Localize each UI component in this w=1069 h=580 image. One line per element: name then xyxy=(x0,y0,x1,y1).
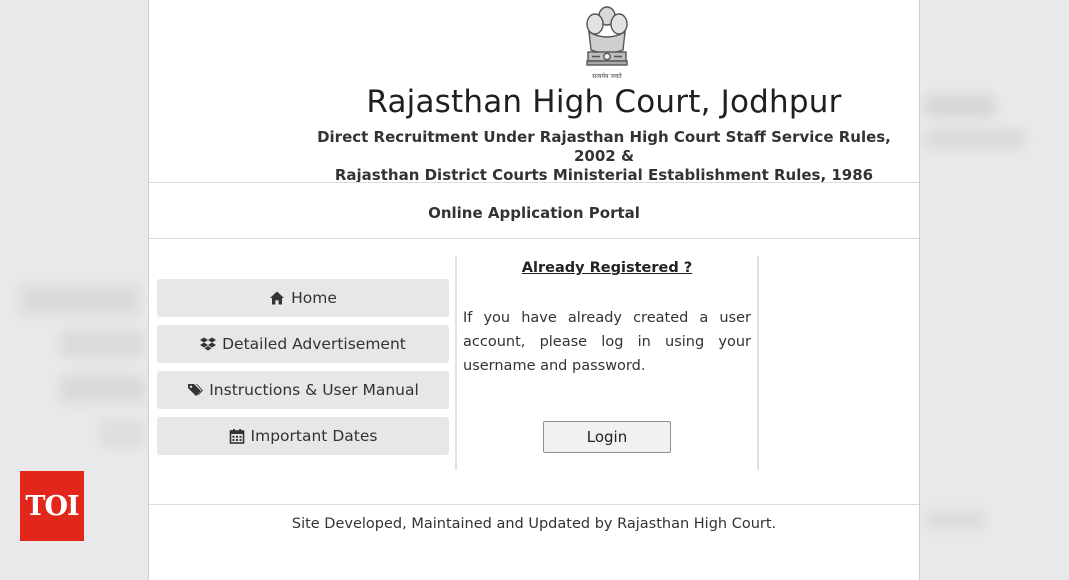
login-heading: Already Registered ? xyxy=(521,260,693,276)
tags-icon xyxy=(188,384,204,396)
portal-divider xyxy=(149,238,919,239)
login-button[interactable]: Login xyxy=(543,421,671,453)
panel-separator xyxy=(757,256,759,470)
background-blur xyxy=(925,510,985,530)
portal-title: Online Application Portal xyxy=(428,204,640,222)
toi-logo: TOI xyxy=(20,471,84,541)
side-menu: Home Detailed Advertisement Instructions xyxy=(157,279,449,463)
page-subtitle: Direct Recruitment Under Rajasthan High … xyxy=(309,128,899,185)
background-blur xyxy=(925,95,995,117)
footer-text: Site Developed, Maintained and Updated b… xyxy=(291,516,777,532)
menu-item-label: Detailed Advertisement xyxy=(222,335,406,353)
background-blur xyxy=(100,420,145,448)
background-blur xyxy=(20,285,140,315)
menu-item-instructions[interactable]: Instructions & User Manual xyxy=(157,371,449,409)
portal-page: सत्यमेव जयते Rajasthan High Court, Jodhp… xyxy=(148,0,920,580)
menu-item-label: Important Dates xyxy=(250,427,378,445)
menu-item-label: Home xyxy=(291,289,337,307)
page-title: Rajasthan High Court, Jodhpur xyxy=(366,84,842,120)
svg-text:सत्यमेव जयते: सत्यमेव जयते xyxy=(592,72,622,80)
menu-item-home[interactable]: Home xyxy=(157,279,449,317)
home-icon xyxy=(270,291,285,305)
menu-item-important-dates[interactable]: Important Dates xyxy=(157,417,449,455)
header-divider xyxy=(149,182,919,183)
footer-divider xyxy=(149,504,919,505)
dropbox-icon xyxy=(200,337,217,351)
subtitle-line-1: Direct Recruitment Under Rajasthan High … xyxy=(317,128,891,165)
background-blur xyxy=(925,130,1025,148)
calendar-icon xyxy=(229,429,244,444)
login-panel: Already Registered ? If you have already… xyxy=(463,256,751,453)
login-description: If you have already created a user accou… xyxy=(463,310,751,374)
menu-item-detailed-advertisement[interactable]: Detailed Advertisement xyxy=(157,325,449,363)
background-blur xyxy=(60,330,145,358)
national-emblem-icon: सत्यमेव जयते xyxy=(586,6,628,80)
background-blur xyxy=(60,375,145,403)
panel-separator xyxy=(455,256,457,470)
menu-item-label: Instructions & User Manual xyxy=(209,381,419,399)
